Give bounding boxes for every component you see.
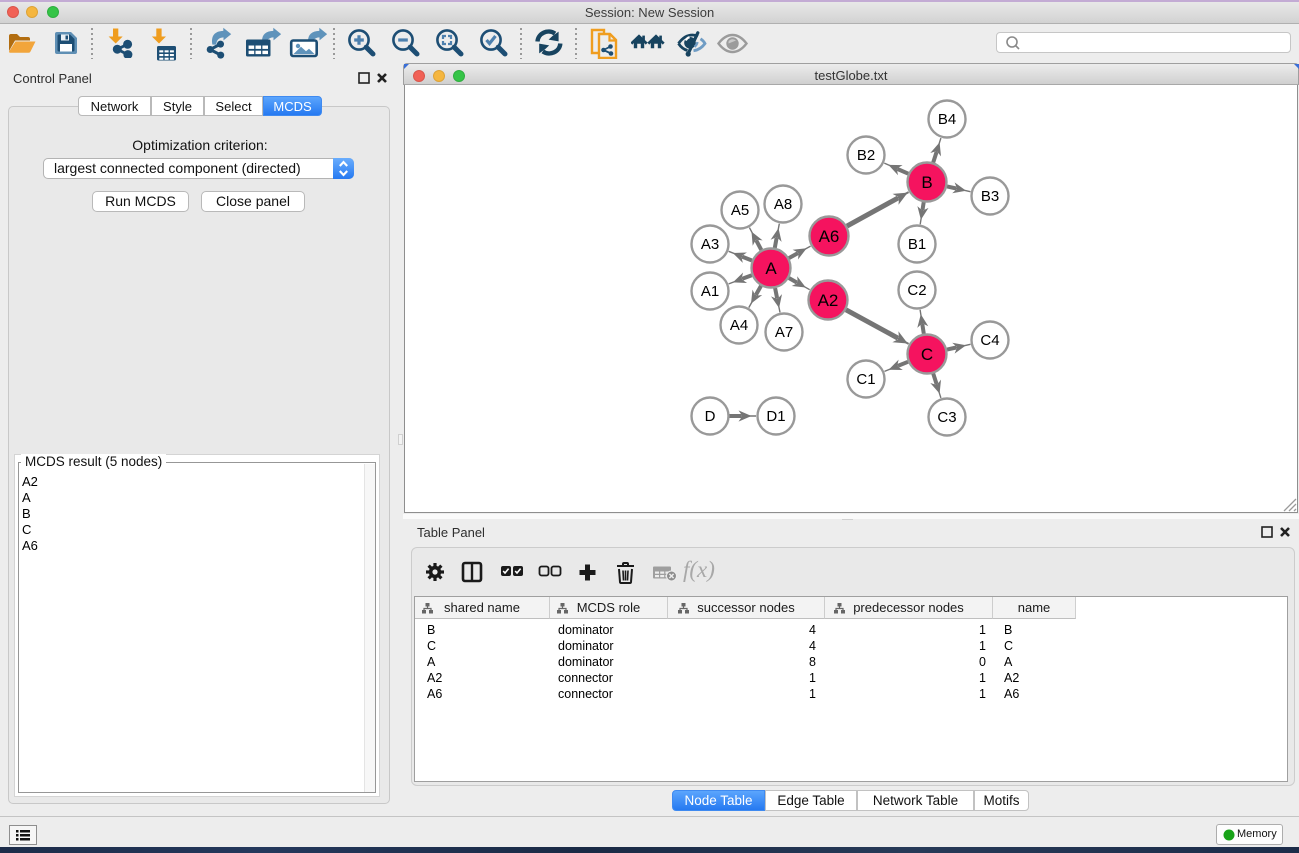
svg-text:A2: A2 [818,291,839,310]
svg-text:C1: C1 [856,371,875,388]
svg-text:C: C [921,345,933,364]
svg-text:B1: B1 [908,236,926,253]
svg-text:B4: B4 [938,111,956,128]
svg-text:C3: C3 [937,409,956,426]
svg-text:B2: B2 [857,147,875,164]
svg-text:C4: C4 [980,332,999,349]
svg-text:A7: A7 [775,324,793,341]
svg-text:A1: A1 [701,283,719,300]
svg-text:D1: D1 [766,408,785,425]
svg-text:B3: B3 [981,188,999,205]
svg-text:C2: C2 [907,282,926,299]
svg-text:A6: A6 [819,227,840,246]
svg-text:A8: A8 [774,196,792,213]
svg-text:A3: A3 [701,236,719,253]
svg-text:A4: A4 [730,317,748,334]
svg-text:A: A [765,259,777,278]
svg-text:B: B [921,173,932,192]
svg-text:D: D [705,408,716,425]
svg-text:A5: A5 [731,202,749,219]
